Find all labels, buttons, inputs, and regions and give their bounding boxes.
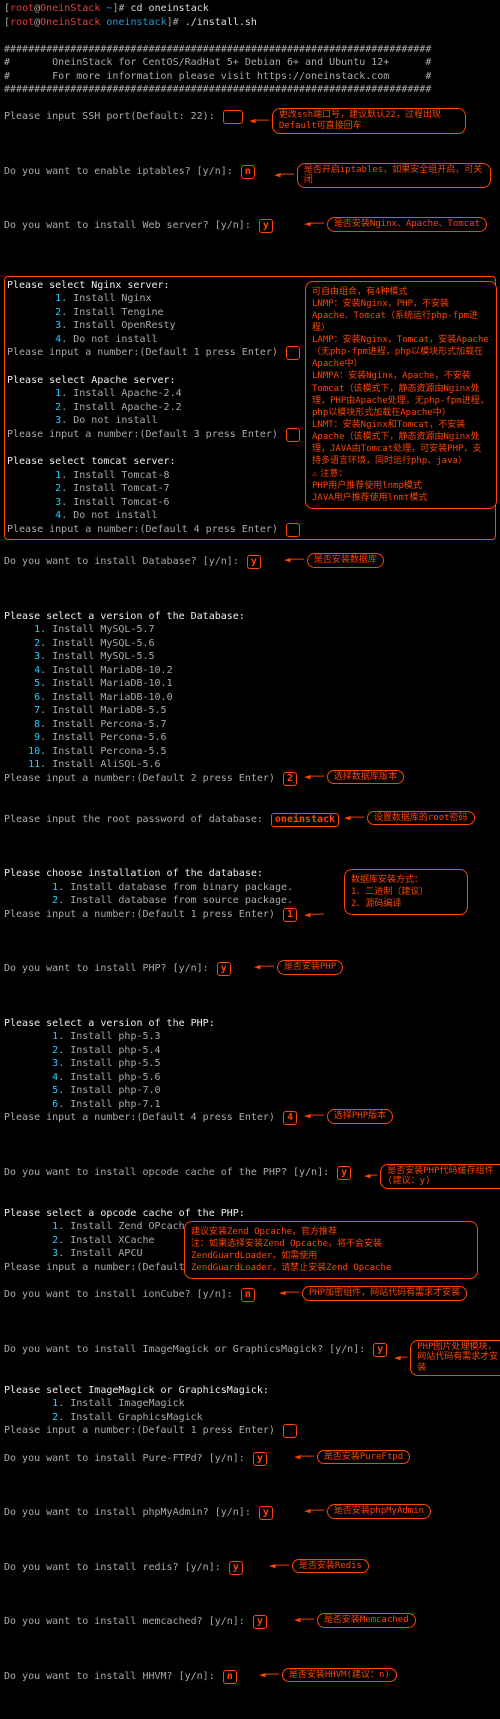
ssh-port-input[interactable] <box>223 110 243 124</box>
db-tip: 是否安装数据库 <box>307 553 384 568</box>
list-item: 1. Install php-5.3 <box>4 1030 496 1044</box>
phpver-answer[interactable]: 4 <box>283 1111 297 1125</box>
web-row: Do you want to install Web server? [y/n]… <box>4 219 496 260</box>
dbver-foot: Please input a number:(Default 2 press E… <box>4 772 496 813</box>
ftpd-tip: 是否安装PureFtpd <box>317 1450 410 1465</box>
db-answer[interactable]: y <box>247 555 261 569</box>
db-row: Do you want to install Database? [y/n]: … <box>4 555 496 596</box>
memc-answer[interactable]: y <box>253 1615 267 1629</box>
list-item: 9. Install Percona-5.6 <box>4 731 496 745</box>
phpver-tip: 选择PHP版本 <box>327 1109 393 1124</box>
list-item: 1. Install ImageMagick <box>4 1397 496 1411</box>
magick-tip: PHP图片处理模块，网站代码有需求才安装 <box>410 1340 500 1376</box>
list-item: 4. Do not install <box>7 509 493 523</box>
list-item: 1. Install MySQL-5.7 <box>4 623 496 637</box>
opcode-answer[interactable]: y <box>337 1166 351 1180</box>
dbroot-row: Please input the root password of databa… <box>4 813 496 854</box>
banner-line-1: # OneinStack for CentOS/RadHat 5+ Debian… <box>4 56 496 70</box>
memc-tip: 是否安装Memcached <box>317 1613 416 1628</box>
dbver-head: Please select a version of the Database: <box>4 610 496 624</box>
list-item: 3. Install MySQL-5.5 <box>4 650 496 664</box>
banner-border: ########################################… <box>4 43 496 57</box>
phpver-foot: Please input a number:(Default 4 press E… <box>4 1111 496 1152</box>
magicksel-head: Please select ImageMagick or GraphicsMag… <box>4 1384 496 1398</box>
iptables-tip: 是否开启iptables，如果安全组开启，可关闭 <box>297 163 491 189</box>
list-item: 2. Install php-5.4 <box>4 1044 496 1058</box>
iptables-row: Do you want to enable iptables? [y/n]: n… <box>4 165 496 206</box>
hhvm-answer[interactable]: n <box>223 1670 237 1684</box>
php-tip: 是否安装PHP <box>277 960 343 975</box>
oplist-note: 建议安装Zend Opcache，官方推荐 注：如果选择安装Zend Opcac… <box>184 1221 478 1280</box>
list-item: 11. Install AliSQL-5.6 <box>4 758 496 772</box>
list-item: 2. Install GraphicsMagick <box>4 1411 496 1425</box>
banner-border: ########################################… <box>4 83 496 97</box>
web-tip: 是否安装Nginx、Apache、Tomcat <box>327 217 487 232</box>
list-item: 10. Install Percona-5.5 <box>4 745 496 759</box>
apache-number-input[interactable] <box>286 428 300 442</box>
dbver-tip: 选择数据库版本 <box>327 770 404 785</box>
list-item: 4. Install php-5.6 <box>4 1071 496 1085</box>
web-answer[interactable]: y <box>259 219 273 233</box>
list-item: 4. Install MariaDB-10.2 <box>4 664 496 678</box>
list-item: 6. Install MariaDB-10.0 <box>4 691 496 705</box>
list-item: 3. Install php-5.5 <box>4 1057 496 1071</box>
dbver-answer[interactable]: 2 <box>283 772 297 786</box>
dbroot-answer[interactable]: oneinstack <box>271 813 339 827</box>
oplist-block: 建议安装Zend Opcache，官方推荐 注：如果选择安装Zend Opcac… <box>4 1207 496 1275</box>
pma-answer[interactable]: y <box>259 1506 273 1520</box>
hhvm-row: Do you want to install HHVM? [y/n]: n ◄─… <box>4 1670 496 1711</box>
ioncube-row: Do you want to install ionCube? [y/n]: n… <box>4 1288 496 1329</box>
opcode-row: Do you want to install opcode cache of t… <box>4 1166 496 1207</box>
redis-tip: 是否安装Redis <box>292 1559 369 1574</box>
tomcat-number-input[interactable] <box>286 523 300 537</box>
magick-row: Do you want to install ImageMagick or Gr… <box>4 1343 496 1384</box>
list-item: 5. Install MariaDB-10.1 <box>4 677 496 691</box>
hhvm-tip: 是否安装HHVM(建议：n) <box>282 1668 397 1683</box>
ssh-tip: 更改ssh端口号，建议默认22，过程出现Default可直接回车 <box>272 108 466 134</box>
dbinst-answer[interactable]: 1 <box>283 908 297 922</box>
magicksel-foot: Please input a number:(Default 1 press E… <box>4 1424 496 1438</box>
list-item: 2. Install MySQL-5.6 <box>4 637 496 651</box>
oplist-head: Please select a opcode cache of the PHP: <box>4 1207 496 1221</box>
pma-row: Do you want to install phpMyAdmin? [y/n]… <box>4 1506 496 1547</box>
pma-tip: 是否安装phpMyAdmin <box>327 1504 431 1519</box>
opcode-tip: 是否安装PHP代码缓存组件(建议：y) <box>380 1164 500 1190</box>
blank <box>4 29 496 43</box>
ftpd-row: Do you want to install Pure-FTPd? [y/n]:… <box>4 1452 496 1493</box>
ssh-row: Please input SSH port(Default: 22): ◄──更… <box>4 110 496 151</box>
phpver-head: Please select a version of the PHP: <box>4 1017 496 1031</box>
dbinst-block: 数据库安装方式： 1、二进制（建议） 2、源码编译 Please choose … <box>4 867 496 949</box>
terminal: [root@OneinStack ~]# cd oneinstack [root… <box>0 0 500 1719</box>
ioncube-tip: PHP加密组件，网站代码有需求才安装 <box>302 1286 467 1301</box>
tomcat-foot: Please input a number:(Default 4 press E… <box>7 523 493 537</box>
combo-tip: 可自由组合，有4种模式 LNMP：安装Nginx，PHP，不安装Apache、T… <box>305 281 497 510</box>
list-item: 8. Install Percona-5.7 <box>4 718 496 732</box>
iptables-answer[interactable]: n <box>241 165 255 179</box>
php-row: Do you want to install PHP? [y/n]: y ◄──… <box>4 962 496 1003</box>
php-answer[interactable]: y <box>217 962 231 976</box>
ftpd-answer[interactable]: y <box>253 1452 267 1466</box>
list-item: 5. Install php-7.0 <box>4 1084 496 1098</box>
prompt-line-2: [root@OneinStack oneinstack]# ./install.… <box>4 16 496 30</box>
nginx-number-input[interactable] <box>286 346 300 360</box>
magick-answer[interactable]: y <box>373 1343 387 1357</box>
redis-row: Do you want to install redis? [y/n]: y ◄… <box>4 1561 496 1602</box>
redis-answer[interactable]: y <box>229 1561 243 1575</box>
list-item: 7. Install MariaDB-5.5 <box>4 704 496 718</box>
prompt-line-1: [root@OneinStack ~]# cd oneinstack <box>4 2 496 16</box>
ioncube-answer[interactable]: n <box>241 1288 255 1302</box>
server-select-box: 可自由组合，有4种模式 LNMP：安装Nginx，PHP，不安装Apache、T… <box>4 276 496 540</box>
banner-line-2: # For more information please visit http… <box>4 70 496 84</box>
memc-row: Do you want to install memcached? [y/n]:… <box>4 1615 496 1656</box>
dbinst-foot: Please input a number:(Default 1 press E… <box>4 908 496 949</box>
dbroot-tip: 设置数据库的root密码 <box>367 811 475 826</box>
magicksel-input[interactable] <box>283 1424 297 1438</box>
